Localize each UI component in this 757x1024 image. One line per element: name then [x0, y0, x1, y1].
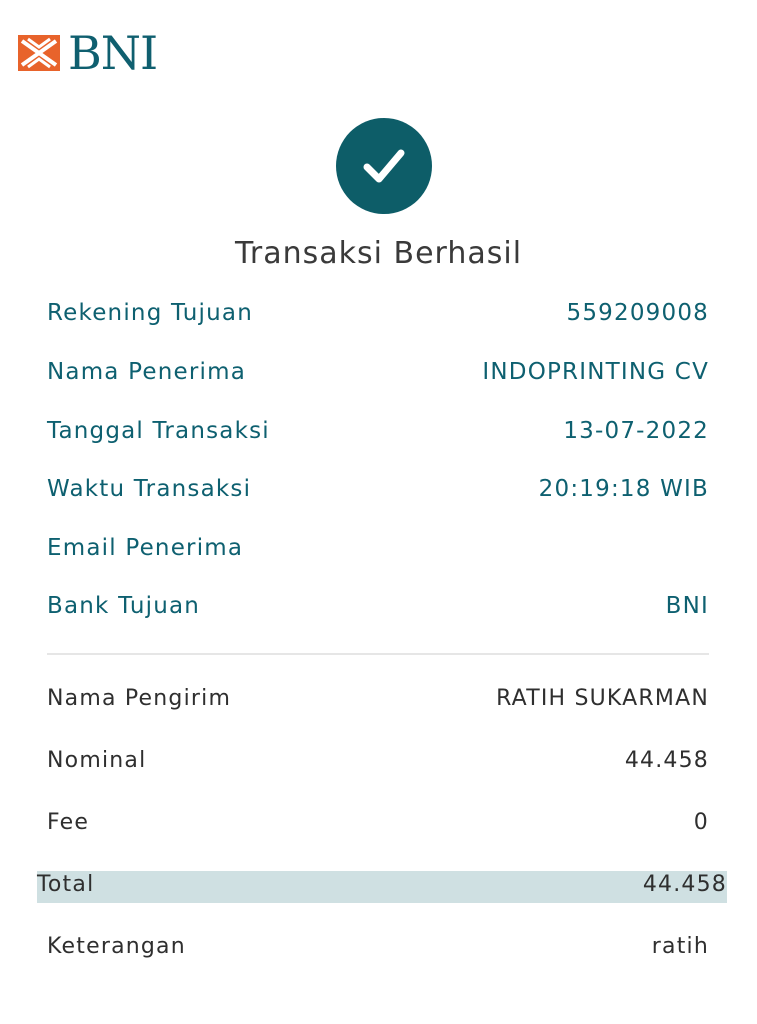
- detail-row-email-penerima: Email Penerima: [47, 535, 709, 561]
- detail-label: Nama Penerima: [47, 359, 246, 385]
- page-title: Transaksi Berhasil: [234, 236, 523, 271]
- detail-label: Waktu Transaksi: [47, 476, 252, 502]
- detail-value: BNI: [665, 593, 709, 619]
- detail-value: 559209008: [566, 300, 709, 326]
- note-label: Keterangan: [47, 934, 186, 959]
- detail-value: 20:19:18 WIB: [538, 476, 709, 502]
- summary-label: Fee: [47, 810, 90, 835]
- summary-row-fee: Fee 0: [47, 810, 709, 835]
- bni-logo-icon: [18, 35, 60, 71]
- detail-label: Email Penerima: [47, 535, 244, 561]
- summary-value: 0: [693, 810, 709, 835]
- total-label: Total: [37, 872, 95, 897]
- summary-value: RATIH SUKARMAN: [496, 686, 709, 711]
- detail-row-rekening-tujuan: Rekening Tujuan 559209008: [47, 300, 709, 326]
- section-divider: [47, 653, 709, 655]
- total-row: Total 44.458: [37, 872, 727, 897]
- note-value: ratih: [651, 934, 709, 959]
- summary-label: Nominal: [47, 748, 147, 773]
- detail-label: Tanggal Transaksi: [47, 418, 270, 444]
- success-badge: [336, 118, 432, 214]
- summary-row-nama-pengirim: Nama Pengirim RATIH SUKARMAN: [47, 686, 709, 711]
- logo-text: BNI: [68, 26, 158, 80]
- detail-label: Bank Tujuan: [47, 593, 201, 619]
- bni-logo: BNI: [18, 26, 158, 80]
- check-icon: [363, 149, 405, 183]
- detail-label: Rekening Tujuan: [47, 300, 253, 326]
- detail-value: INDOPRINTING CV: [482, 359, 709, 385]
- detail-row-waktu-transaksi: Waktu Transaksi 20:19:18 WIB: [47, 476, 709, 502]
- detail-value: 13-07-2022: [563, 418, 709, 444]
- summary-label: Nama Pengirim: [47, 686, 232, 711]
- detail-row-nama-penerima: Nama Penerima INDOPRINTING CV: [47, 359, 709, 385]
- detail-row-bank-tujuan: Bank Tujuan BNI: [47, 593, 709, 619]
- summary-row-nominal: Nominal 44.458: [47, 748, 709, 773]
- note-row: Keterangan ratih: [47, 934, 709, 959]
- summary-value: 44.458: [624, 748, 709, 773]
- total-value: 44.458: [642, 872, 727, 897]
- detail-row-tanggal-transaksi: Tanggal Transaksi 13-07-2022: [47, 418, 709, 444]
